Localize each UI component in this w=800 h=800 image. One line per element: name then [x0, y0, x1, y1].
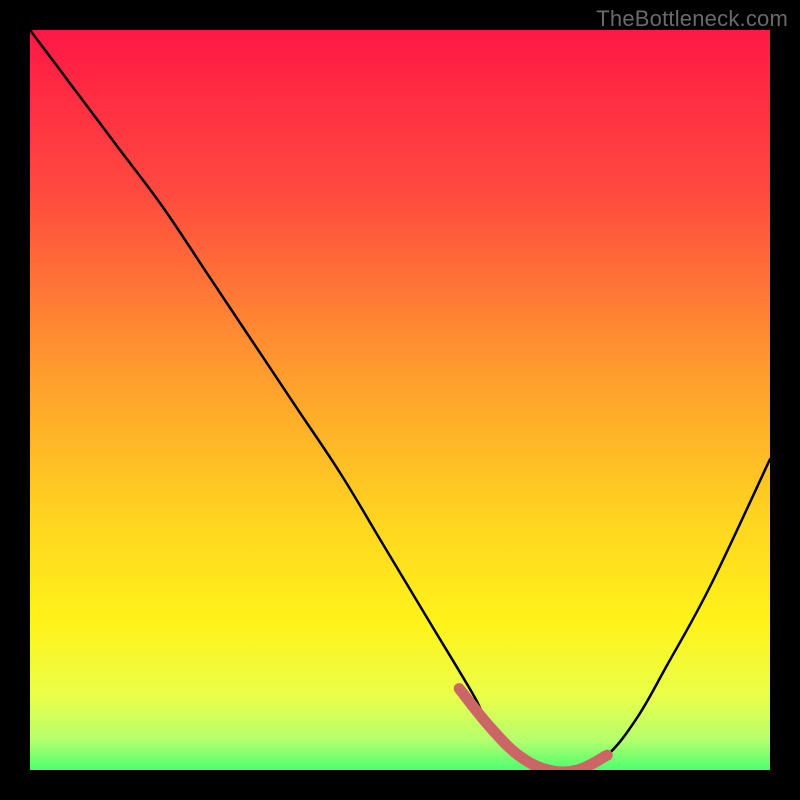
plot-area	[30, 30, 770, 770]
chart-frame: TheBottleneck.com	[0, 0, 800, 800]
chart-svg	[30, 30, 770, 770]
watermark-text: TheBottleneck.com	[596, 6, 788, 32]
gradient-background	[30, 30, 770, 770]
